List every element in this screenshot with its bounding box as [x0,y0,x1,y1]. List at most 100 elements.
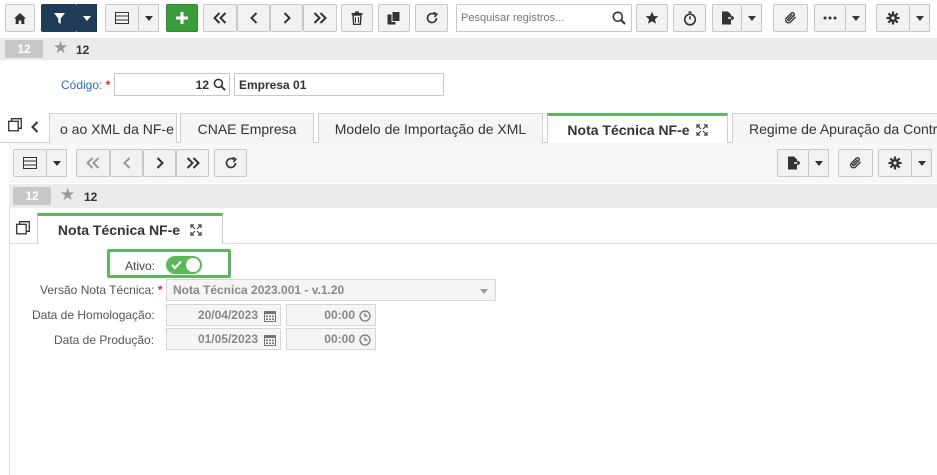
versao-select[interactable]: Nota Técnica 2023.001 - v.1.20 [166,279,496,301]
sub-first-record-button[interactable] [76,149,110,177]
sub-next-record-button[interactable] [143,149,176,177]
producao-date-field[interactable]: 01/05/2023 [166,328,281,350]
first-record-button[interactable] [203,4,237,32]
favorite-star-icon[interactable]: ★ [53,39,68,57]
home-button[interactable] [5,4,35,32]
refresh-icon [225,156,237,169]
home-icon [14,12,26,24]
record-badge: 12 [5,40,43,58]
grid-view-dropdown[interactable] [139,4,159,32]
sub-grid-view-button[interactable] [13,149,47,177]
versao-value: Nota Técnica 2023.001 - v.1.20 [173,283,345,297]
sub-report-dropdown[interactable] [809,149,829,177]
tabs-scroll-left-icon[interactable] [31,121,40,136]
last-icon [313,12,327,24]
clock-icon[interactable] [359,310,371,322]
sub-prev-record-button[interactable] [110,149,143,177]
search-box[interactable] [456,4,632,32]
next-record-button[interactable] [270,4,303,32]
last-record-button[interactable] [303,4,337,32]
sub-attach-button[interactable] [838,149,873,177]
detail-left-border [9,208,10,475]
chevron-down-icon [480,289,488,294]
sub-record-count: 12 [84,190,98,204]
tab-regime-apuracao[interactable]: Regime de Apuração da Contr [732,113,937,143]
homologacao-time-value: 00:00 [324,308,355,322]
sub-refresh-button[interactable] [214,149,247,177]
required-icon: * [157,283,163,297]
filter-button[interactable] [41,4,77,32]
search-icon[interactable] [213,78,226,91]
check-icon [171,260,182,270]
paperclip-icon [784,12,796,24]
homologacao-date-value: 20/04/2023 [197,308,258,322]
calendar-icon[interactable] [264,310,276,322]
tab-cnae-empresa[interactable]: CNAE Empresa [180,113,314,143]
homologacao-date-field[interactable]: 20/04/2023 [166,304,281,326]
stopwatch-icon [683,11,696,26]
timer-button[interactable] [673,4,706,32]
sub-last-record-button[interactable] [176,149,209,177]
expand-icon[interactable] [190,224,202,236]
record-count: 12 [76,43,90,57]
report-dropdown[interactable] [742,4,762,32]
detail-restore-icon[interactable] [16,221,30,238]
report-button[interactable] [712,4,742,32]
detail-tab-label: Nota Técnica NF-e [57,222,181,238]
expand-icon[interactable] [695,124,708,136]
producao-time-field[interactable]: 00:00 [286,328,376,350]
ellipsis-icon [823,16,837,20]
record-bar [0,38,937,60]
empresa-name-field[interactable]: Empresa 01 [234,73,444,96]
homologacao-time-field[interactable]: 00:00 [286,304,376,326]
required-icon: * [105,78,111,92]
sub-settings-dropdown[interactable] [912,149,932,177]
prev-icon [249,12,257,24]
settings-button[interactable] [876,4,910,32]
versao-label: Versão Nota Técnica: * [40,283,163,297]
search-input[interactable] [457,5,607,31]
tab-nota-tecnica-label: Nota Técnica NF-e [567,122,690,138]
settings-dropdown[interactable] [910,4,930,32]
homologacao-label: Data de Homologação: [32,308,155,322]
grid-view-button[interactable] [105,4,139,32]
clock-icon[interactable] [359,334,371,346]
sub-favorite-star-icon[interactable]: ★ [60,186,75,204]
versao-label-text: Versão Nota Técnica: [40,283,155,297]
delete-button[interactable] [341,4,373,32]
producao-date-value: 01/05/2023 [197,332,258,346]
refresh-button[interactable] [415,4,448,32]
detail-tab-nota-tecnica[interactable]: Nota Técnica NF-e [37,213,223,244]
copy-button[interactable] [378,4,410,32]
calendar-icon[interactable] [264,334,276,346]
restore-icon[interactable] [8,118,22,135]
sub-report-button[interactable] [777,149,809,177]
star-icon [645,11,659,24]
favorite-button[interactable] [636,4,668,32]
producao-time-value: 00:00 [324,332,355,346]
codigo-label-text: Código: [61,78,103,92]
tab-nota-tecnica[interactable]: Nota Técnica NF-e [547,113,728,144]
filter-icon [53,12,65,24]
search-icon[interactable] [612,11,626,25]
more-button[interactable] [814,4,846,32]
sub-grid-view-dropdown[interactable] [47,149,67,177]
filter-dropdown[interactable] [77,4,97,32]
paperclip-icon [849,157,861,169]
tab-modelo-importacao[interactable]: Modelo de Importação de XML [318,113,543,143]
ativo-toggle[interactable] [166,256,202,274]
sub-record-bar [9,184,937,208]
first-icon [213,12,227,24]
more-dropdown[interactable] [846,4,866,32]
ativo-label: Ativo: [125,259,156,273]
attach-button[interactable] [773,4,808,32]
copy-icon [387,11,401,25]
gear-icon [888,156,902,170]
codigo-field[interactable]: 12 [114,73,230,96]
add-button[interactable] [166,4,198,32]
tab-xml-nfe[interactable]: o ao XML da NF-e [49,113,177,143]
prev-record-button[interactable] [237,4,270,32]
sub-settings-button[interactable] [878,149,912,177]
first-icon [86,157,100,169]
next-icon [156,157,164,169]
